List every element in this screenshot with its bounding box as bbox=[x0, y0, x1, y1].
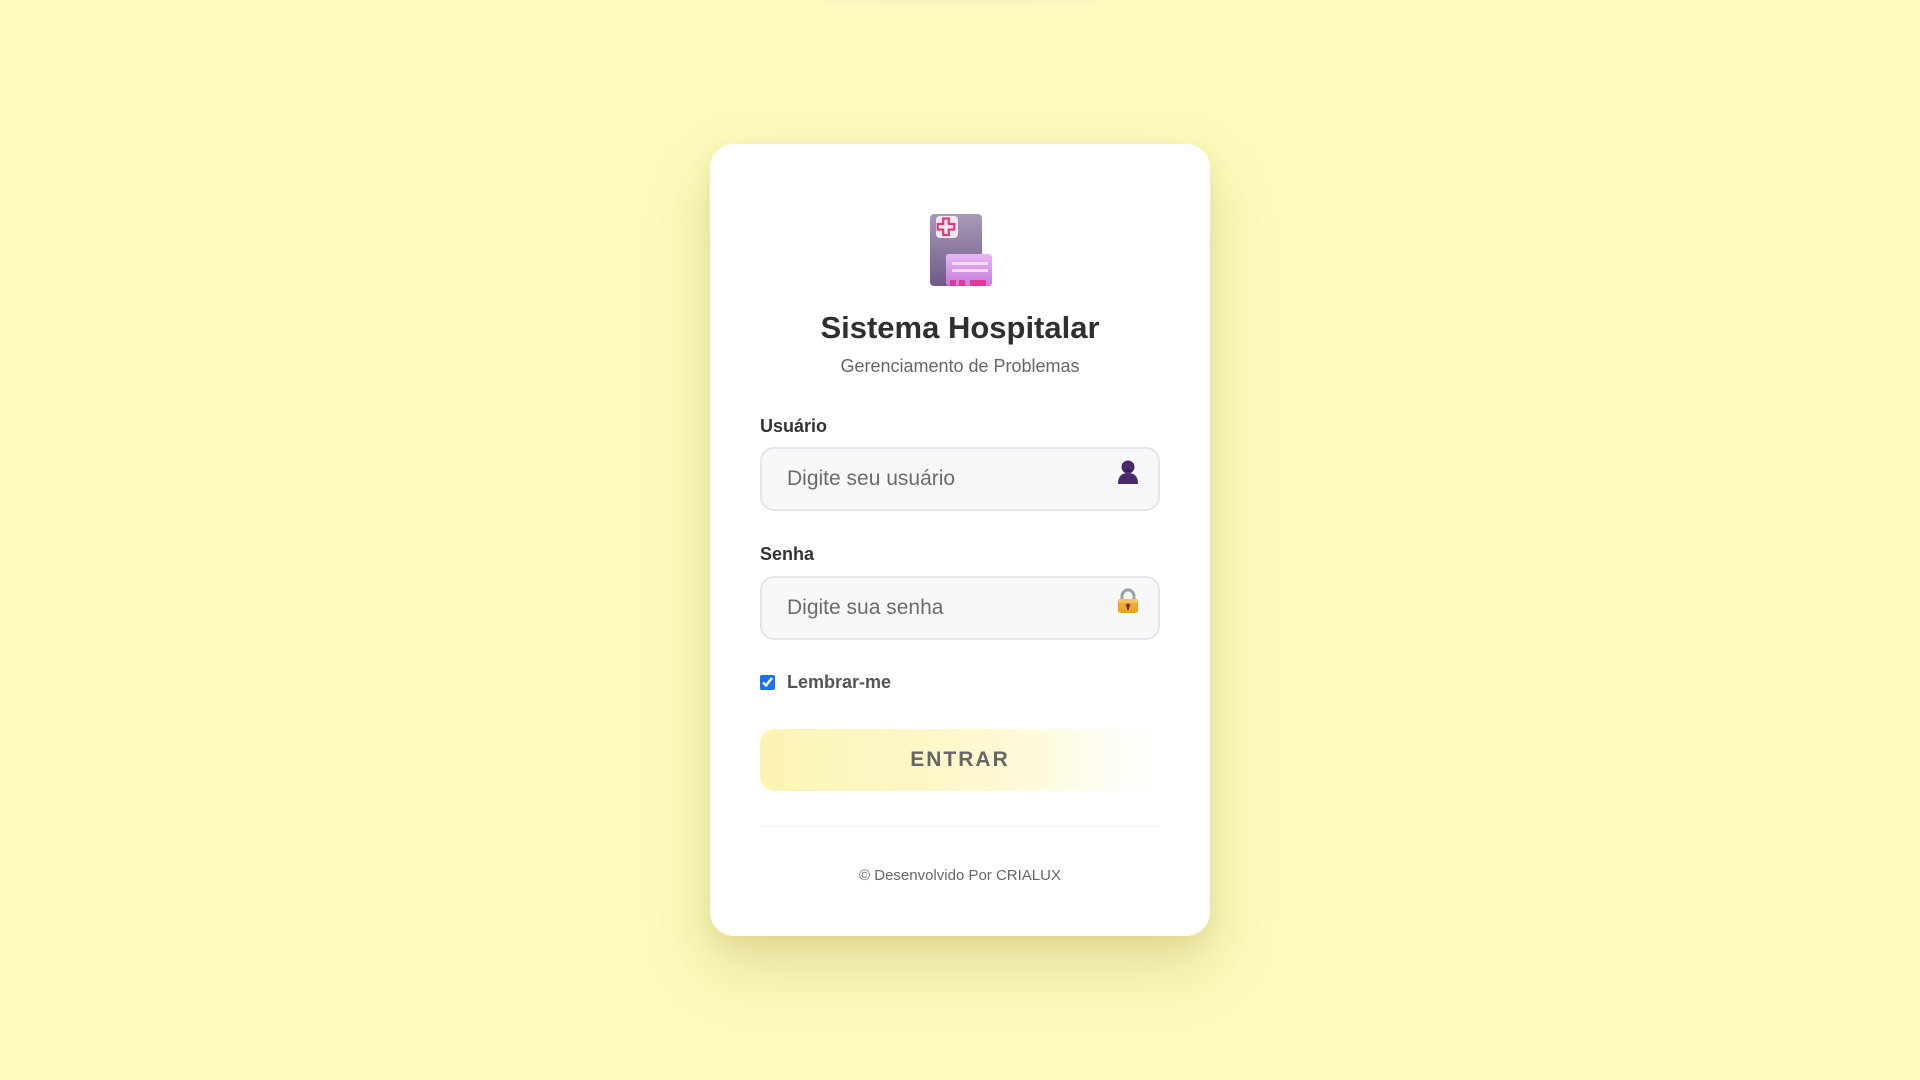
divider bbox=[760, 826, 1160, 827]
remember-me-checkbox[interactable] bbox=[760, 675, 775, 690]
remember-me-label[interactable]: Lembrar-me bbox=[787, 672, 891, 693]
footer-credit: © Desenvolvido Por CRIALUX bbox=[859, 867, 1061, 884]
password-label: Senha bbox=[760, 544, 815, 564]
remember-me: Lembrar-me bbox=[760, 672, 891, 693]
page-title: Sistema Hospitalar bbox=[820, 310, 1100, 345]
username-field-wrapper bbox=[760, 447, 1160, 511]
login-card: Sistema Hospitalar Gerenciamento de Prob… bbox=[710, 140, 1210, 936]
hospital-icon bbox=[928, 214, 994, 286]
lock-icon bbox=[1116, 588, 1140, 614]
top-decoration bbox=[820, 0, 1100, 2]
login-button[interactable]: ENTRAR bbox=[760, 729, 1160, 791]
password-field-wrapper bbox=[760, 576, 1160, 640]
username-input[interactable] bbox=[760, 447, 1160, 511]
password-input[interactable] bbox=[760, 576, 1160, 640]
person-icon bbox=[1116, 459, 1140, 485]
username-label: Usuário bbox=[760, 416, 828, 436]
page-subtitle: Gerenciamento de Problemas bbox=[840, 356, 1080, 376]
